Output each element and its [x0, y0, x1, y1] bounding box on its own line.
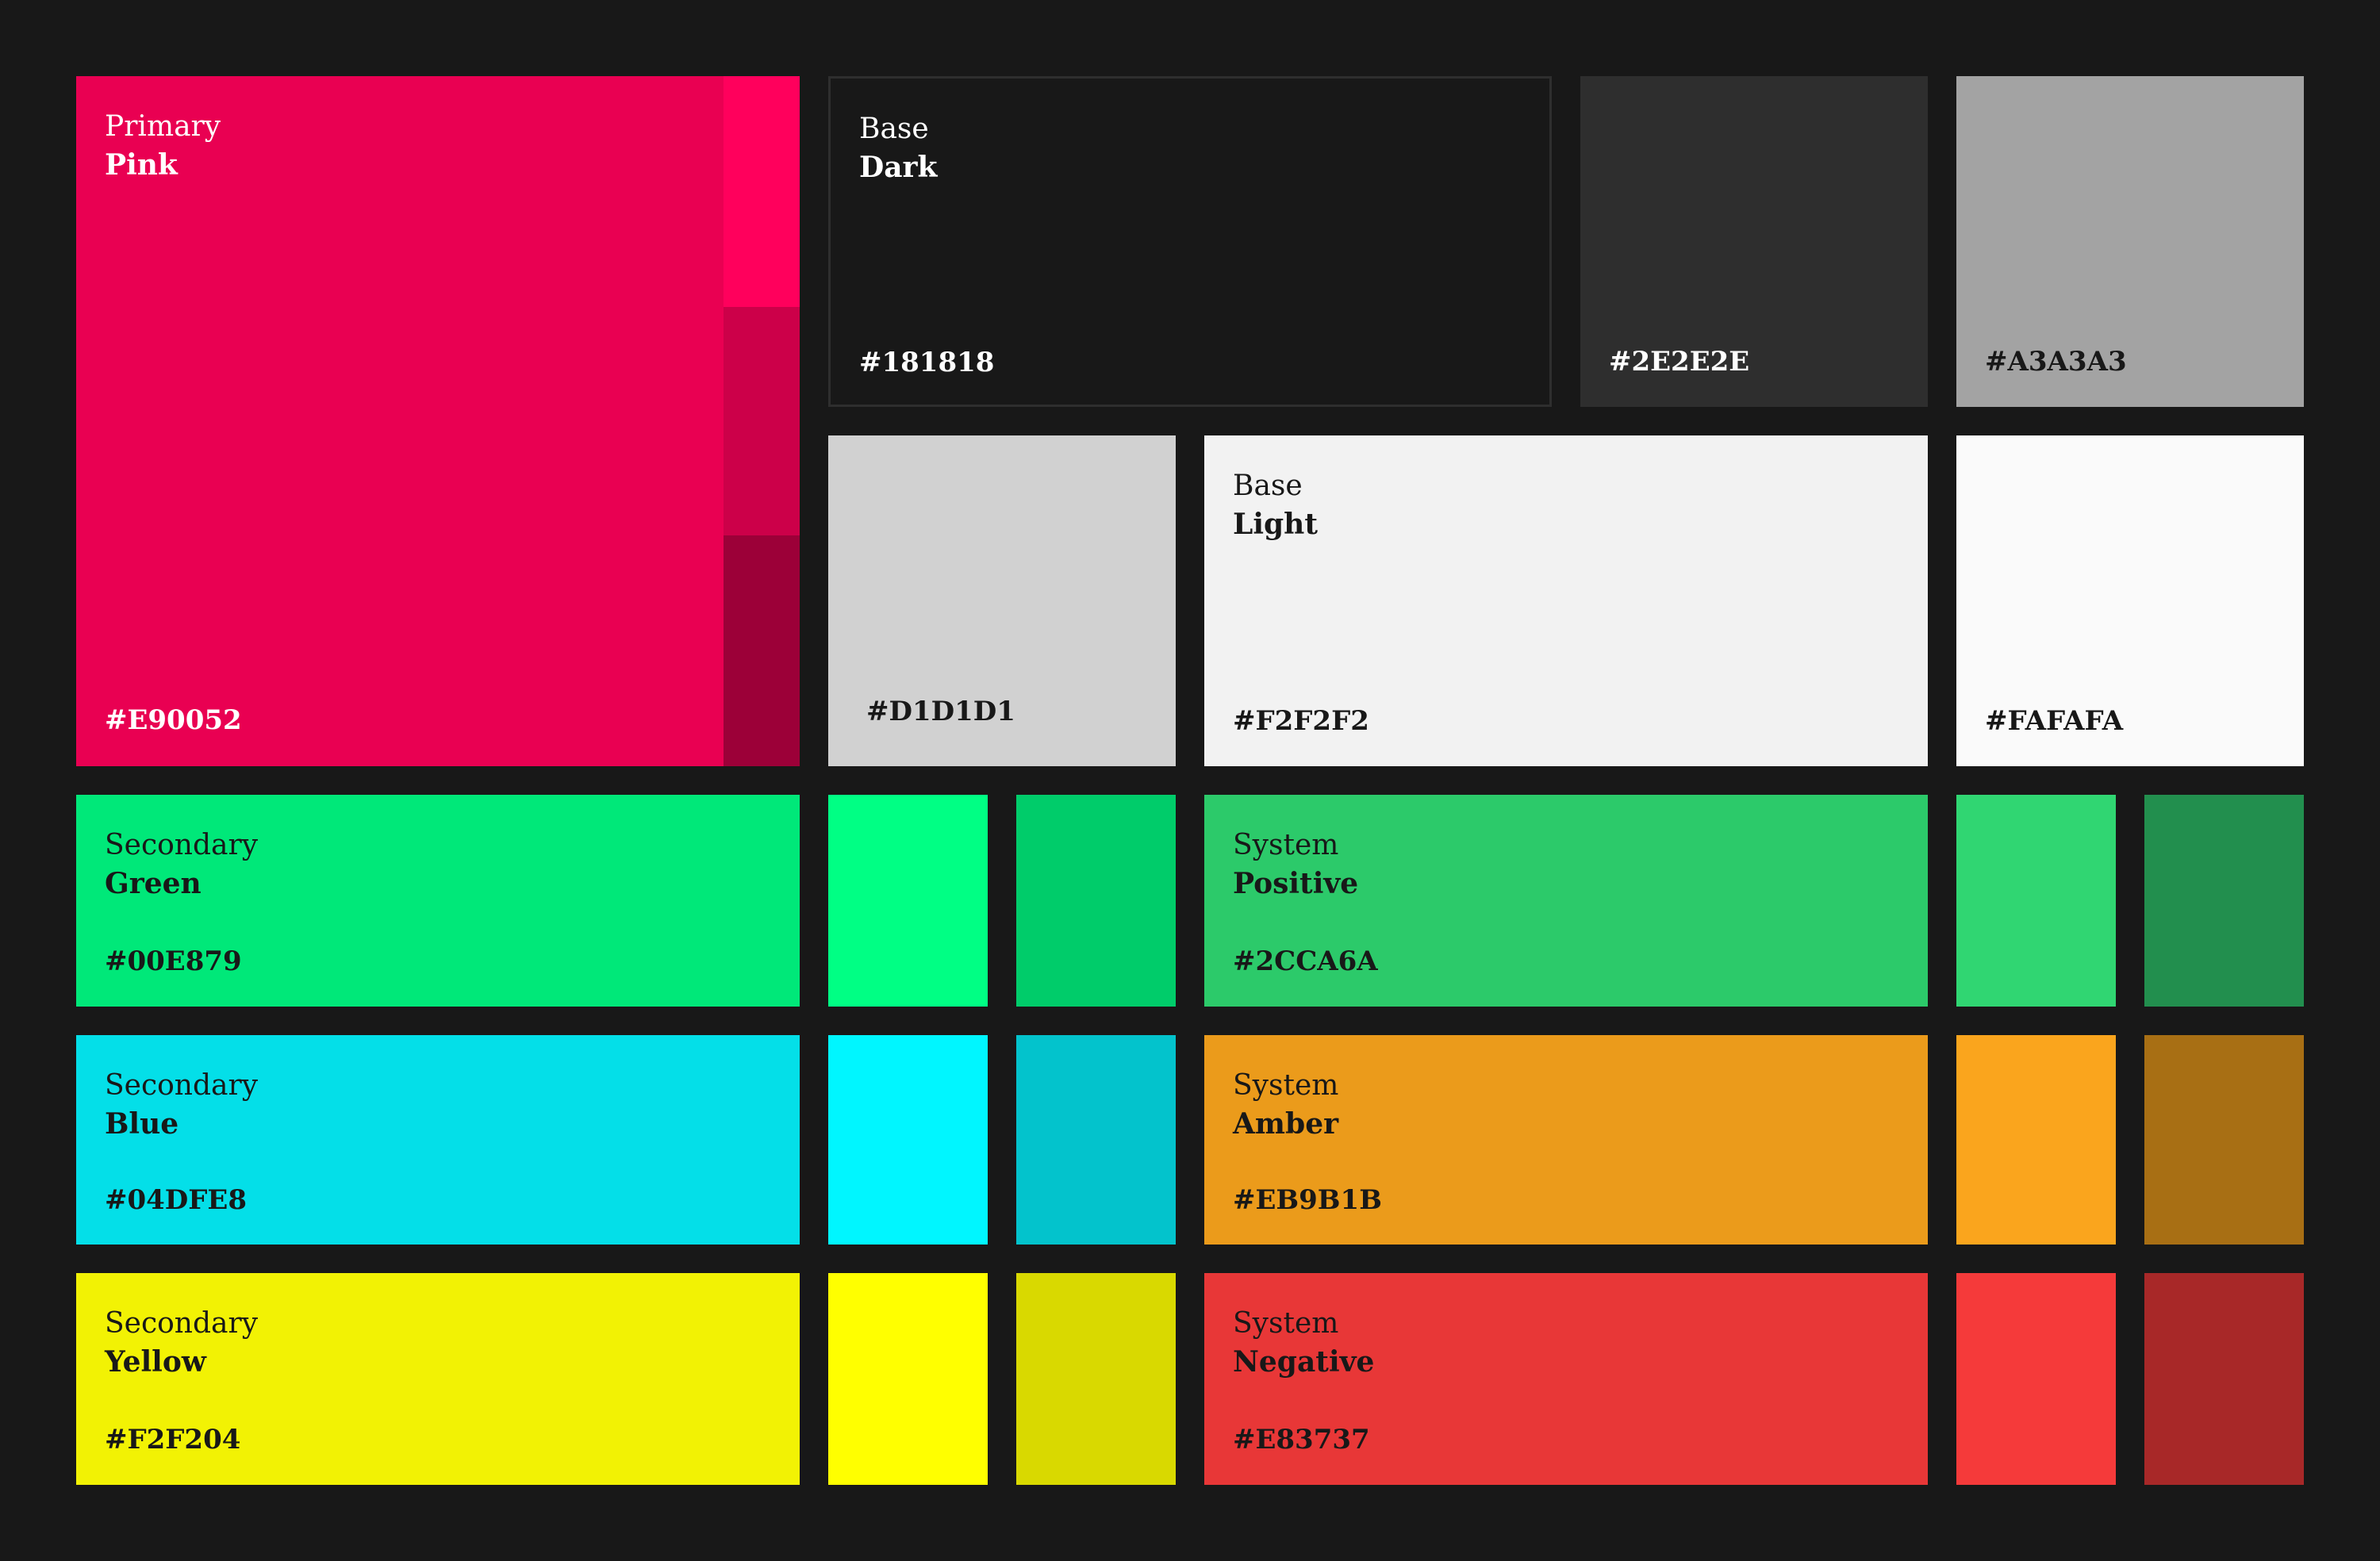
swatch-caption: Base Light	[1233, 467, 1318, 543]
swatch-hex: #EB9B1B	[1233, 1184, 1382, 1216]
swatch-name: Amber	[1233, 1107, 1339, 1141]
swatch-caption: System Positive	[1233, 827, 1358, 903]
swatch-name: Green	[105, 867, 202, 900]
swatch-primary-pink: Primary Pink #E90052	[76, 76, 724, 766]
swatch-caption: Secondary Yellow	[105, 1305, 258, 1381]
swatch-hex: #F2F204	[105, 1424, 241, 1456]
swatch-category: Secondary	[105, 1069, 259, 1102]
swatch-secondary-blue: Secondary Blue #04DFE8	[76, 1035, 800, 1245]
swatch-category: Base	[1233, 470, 1303, 502]
swatch-secondary-green: Secondary Green #00E879	[76, 795, 800, 1007]
swatch-yellow-dark	[1016, 1273, 1176, 1485]
swatch-yellow-light	[828, 1273, 988, 1485]
swatch-hex: #E83737	[1233, 1424, 1370, 1456]
swatch-hex: #A3A3A3	[1985, 346, 2127, 378]
swatch-caption: System Amber	[1233, 1067, 1338, 1143]
swatch-base-dark: Base Dark #181818	[828, 76, 1552, 407]
swatch-name: Positive	[1233, 867, 1359, 900]
swatch-hex: #2CCA6A	[1233, 945, 1378, 977]
swatch-caption: Base Dark	[859, 110, 937, 186]
swatch-hex: #2E2E2E	[1609, 346, 1750, 378]
swatch-category: Primary	[105, 110, 221, 143]
swatch-base-light: Base Light #F2F2F2	[1204, 435, 1928, 766]
swatch-gray-2e: #2E2E2E	[1580, 76, 1928, 407]
swatch-negative-dark	[2144, 1273, 2304, 1485]
swatch-positive-dark	[2144, 795, 2304, 1007]
swatch-green-light	[828, 795, 988, 1007]
swatch-name: Light	[1233, 508, 1318, 541]
swatch-category: Secondary	[105, 1307, 259, 1340]
swatch-hex: #E90052	[105, 704, 242, 736]
swatch-hex: #F2F2F2	[1233, 705, 1369, 737]
swatch-hex: #FAFAFA	[1985, 705, 2124, 737]
swatch-white-fa: #FAFAFA	[1956, 435, 2304, 766]
swatch-name: Dark	[859, 151, 938, 184]
swatch-amber-light	[1956, 1035, 2116, 1245]
swatch-category: Secondary	[105, 829, 259, 861]
swatch-primary-pink-light	[724, 76, 800, 307]
swatch-category: Base	[859, 113, 929, 145]
swatch-secondary-yellow: Secondary Yellow #F2F204	[76, 1273, 800, 1485]
swatch-name: Negative	[1233, 1345, 1375, 1379]
swatch-system-negative: System Negative #E83737	[1204, 1273, 1928, 1485]
swatch-category: System	[1233, 1307, 1339, 1340]
swatch-hex: #D1D1D1	[866, 696, 1015, 727]
swatch-category: System	[1233, 829, 1339, 861]
swatch-name: Blue	[105, 1107, 179, 1141]
swatch-primary-pink-dark	[724, 535, 800, 766]
swatch-system-positive: System Positive #2CCA6A	[1204, 795, 1928, 1007]
swatch-primary-pink-mid	[724, 307, 800, 535]
swatch-caption: Secondary Blue	[105, 1067, 258, 1143]
swatch-amber-dark	[2144, 1035, 2304, 1245]
swatch-caption: System Negative	[1233, 1305, 1374, 1381]
swatch-hex: #181818	[859, 347, 995, 378]
swatch-gray-a3: #A3A3A3	[1956, 76, 2304, 407]
swatch-name: Yellow	[105, 1345, 206, 1379]
swatch-hex: #04DFE8	[105, 1184, 247, 1216]
swatch-gray-d1: #D1D1D1	[828, 435, 1176, 766]
swatch-negative-light	[1956, 1273, 2116, 1485]
swatch-system-amber: System Amber #EB9B1B	[1204, 1035, 1928, 1245]
swatch-positive-light	[1956, 795, 2116, 1007]
swatch-blue-dark	[1016, 1035, 1176, 1245]
swatch-caption: Primary Pink	[105, 108, 221, 184]
swatch-caption: Secondary Green	[105, 827, 258, 903]
swatch-blue-light	[828, 1035, 988, 1245]
swatch-name: Pink	[105, 148, 178, 182]
swatch-category: System	[1233, 1069, 1339, 1102]
swatch-hex: #00E879	[105, 945, 242, 977]
swatch-green-dark	[1016, 795, 1176, 1007]
